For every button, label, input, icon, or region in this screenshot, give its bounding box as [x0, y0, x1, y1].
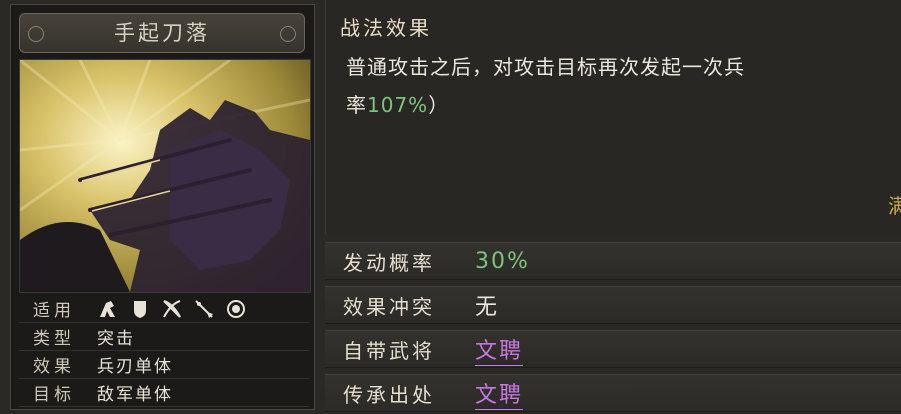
attr-value: 敌军单体 — [97, 385, 173, 405]
ornament-icon — [280, 26, 296, 42]
ornament-icon — [28, 26, 44, 42]
skill-card: 手起刀落 适用 类型 突击 效果 兵刃单体 目标 敌军单体 — [10, 4, 315, 410]
attr-key: 效果 — [33, 357, 75, 377]
inherit-source-link[interactable]: 文聘 — [475, 377, 524, 410]
info-row-effect-conflict: 效果冲突 无 — [325, 286, 901, 324]
attr-key: 适用 — [33, 301, 75, 321]
trigger-rate-value: 30% — [475, 248, 530, 274]
info-key: 传承出处 — [343, 382, 435, 407]
attr-key: 目标 — [33, 385, 75, 405]
info-row-trigger-rate: 发动概率 30% — [325, 242, 901, 280]
effect-panel: 战法效果 普通攻击之后，对攻击目标再次发起一次兵 率107%） 满 — [325, 0, 901, 234]
skill-artwork — [19, 59, 311, 293]
info-key: 发动概率 — [343, 250, 435, 275]
skill-title-banner: 手起刀落 — [19, 13, 305, 53]
skill-name: 手起刀落 — [114, 21, 210, 45]
effect-line-2-suffix: ） — [428, 93, 450, 117]
damage-rate-value: 107% — [367, 93, 429, 117]
info-row-own-general: 自带武将 文聘 — [325, 330, 901, 368]
attr-row-target: 目标 敌军单体 — [19, 379, 309, 407]
effect-line-2-prefix: 率 — [346, 93, 367, 117]
attr-key: 类型 — [33, 329, 75, 349]
effect-line-2: 率107%） — [346, 86, 901, 124]
attr-value: 兵刃单体 — [97, 357, 173, 377]
attr-row-effect: 效果 兵刃单体 — [19, 351, 309, 379]
attr-value: 突击 — [97, 329, 135, 349]
shield-icon — [129, 298, 151, 320]
skill-attributes: 适用 类型 突击 效果 兵刃单体 目标 敌军单体 — [19, 295, 309, 407]
bow-icon — [161, 298, 183, 320]
attr-row-applicable: 适用 — [19, 295, 309, 323]
spear-icon — [193, 298, 215, 320]
own-general-link[interactable]: 文聘 — [475, 333, 524, 366]
cavalry-icon — [97, 298, 119, 320]
info-key: 效果冲突 — [343, 294, 435, 319]
attr-row-type: 类型 突击 — [19, 323, 309, 351]
info-row-inherit-source: 传承出处 文聘 — [325, 374, 901, 412]
unit-type-icons — [83, 298, 247, 320]
info-key: 自带武将 — [343, 338, 435, 363]
effect-conflict-value: 无 — [475, 295, 500, 320]
max-level-link[interactable]: 满 — [888, 190, 901, 219]
effect-line-1: 普通攻击之后，对攻击目标再次发起一次兵 — [346, 55, 745, 79]
siege-icon — [225, 298, 247, 320]
effect-description: 普通攻击之后，对攻击目标再次发起一次兵 率107%） — [346, 48, 901, 124]
skill-artwork-image — [20, 60, 310, 292]
effect-heading: 战法效果 — [340, 16, 432, 40]
